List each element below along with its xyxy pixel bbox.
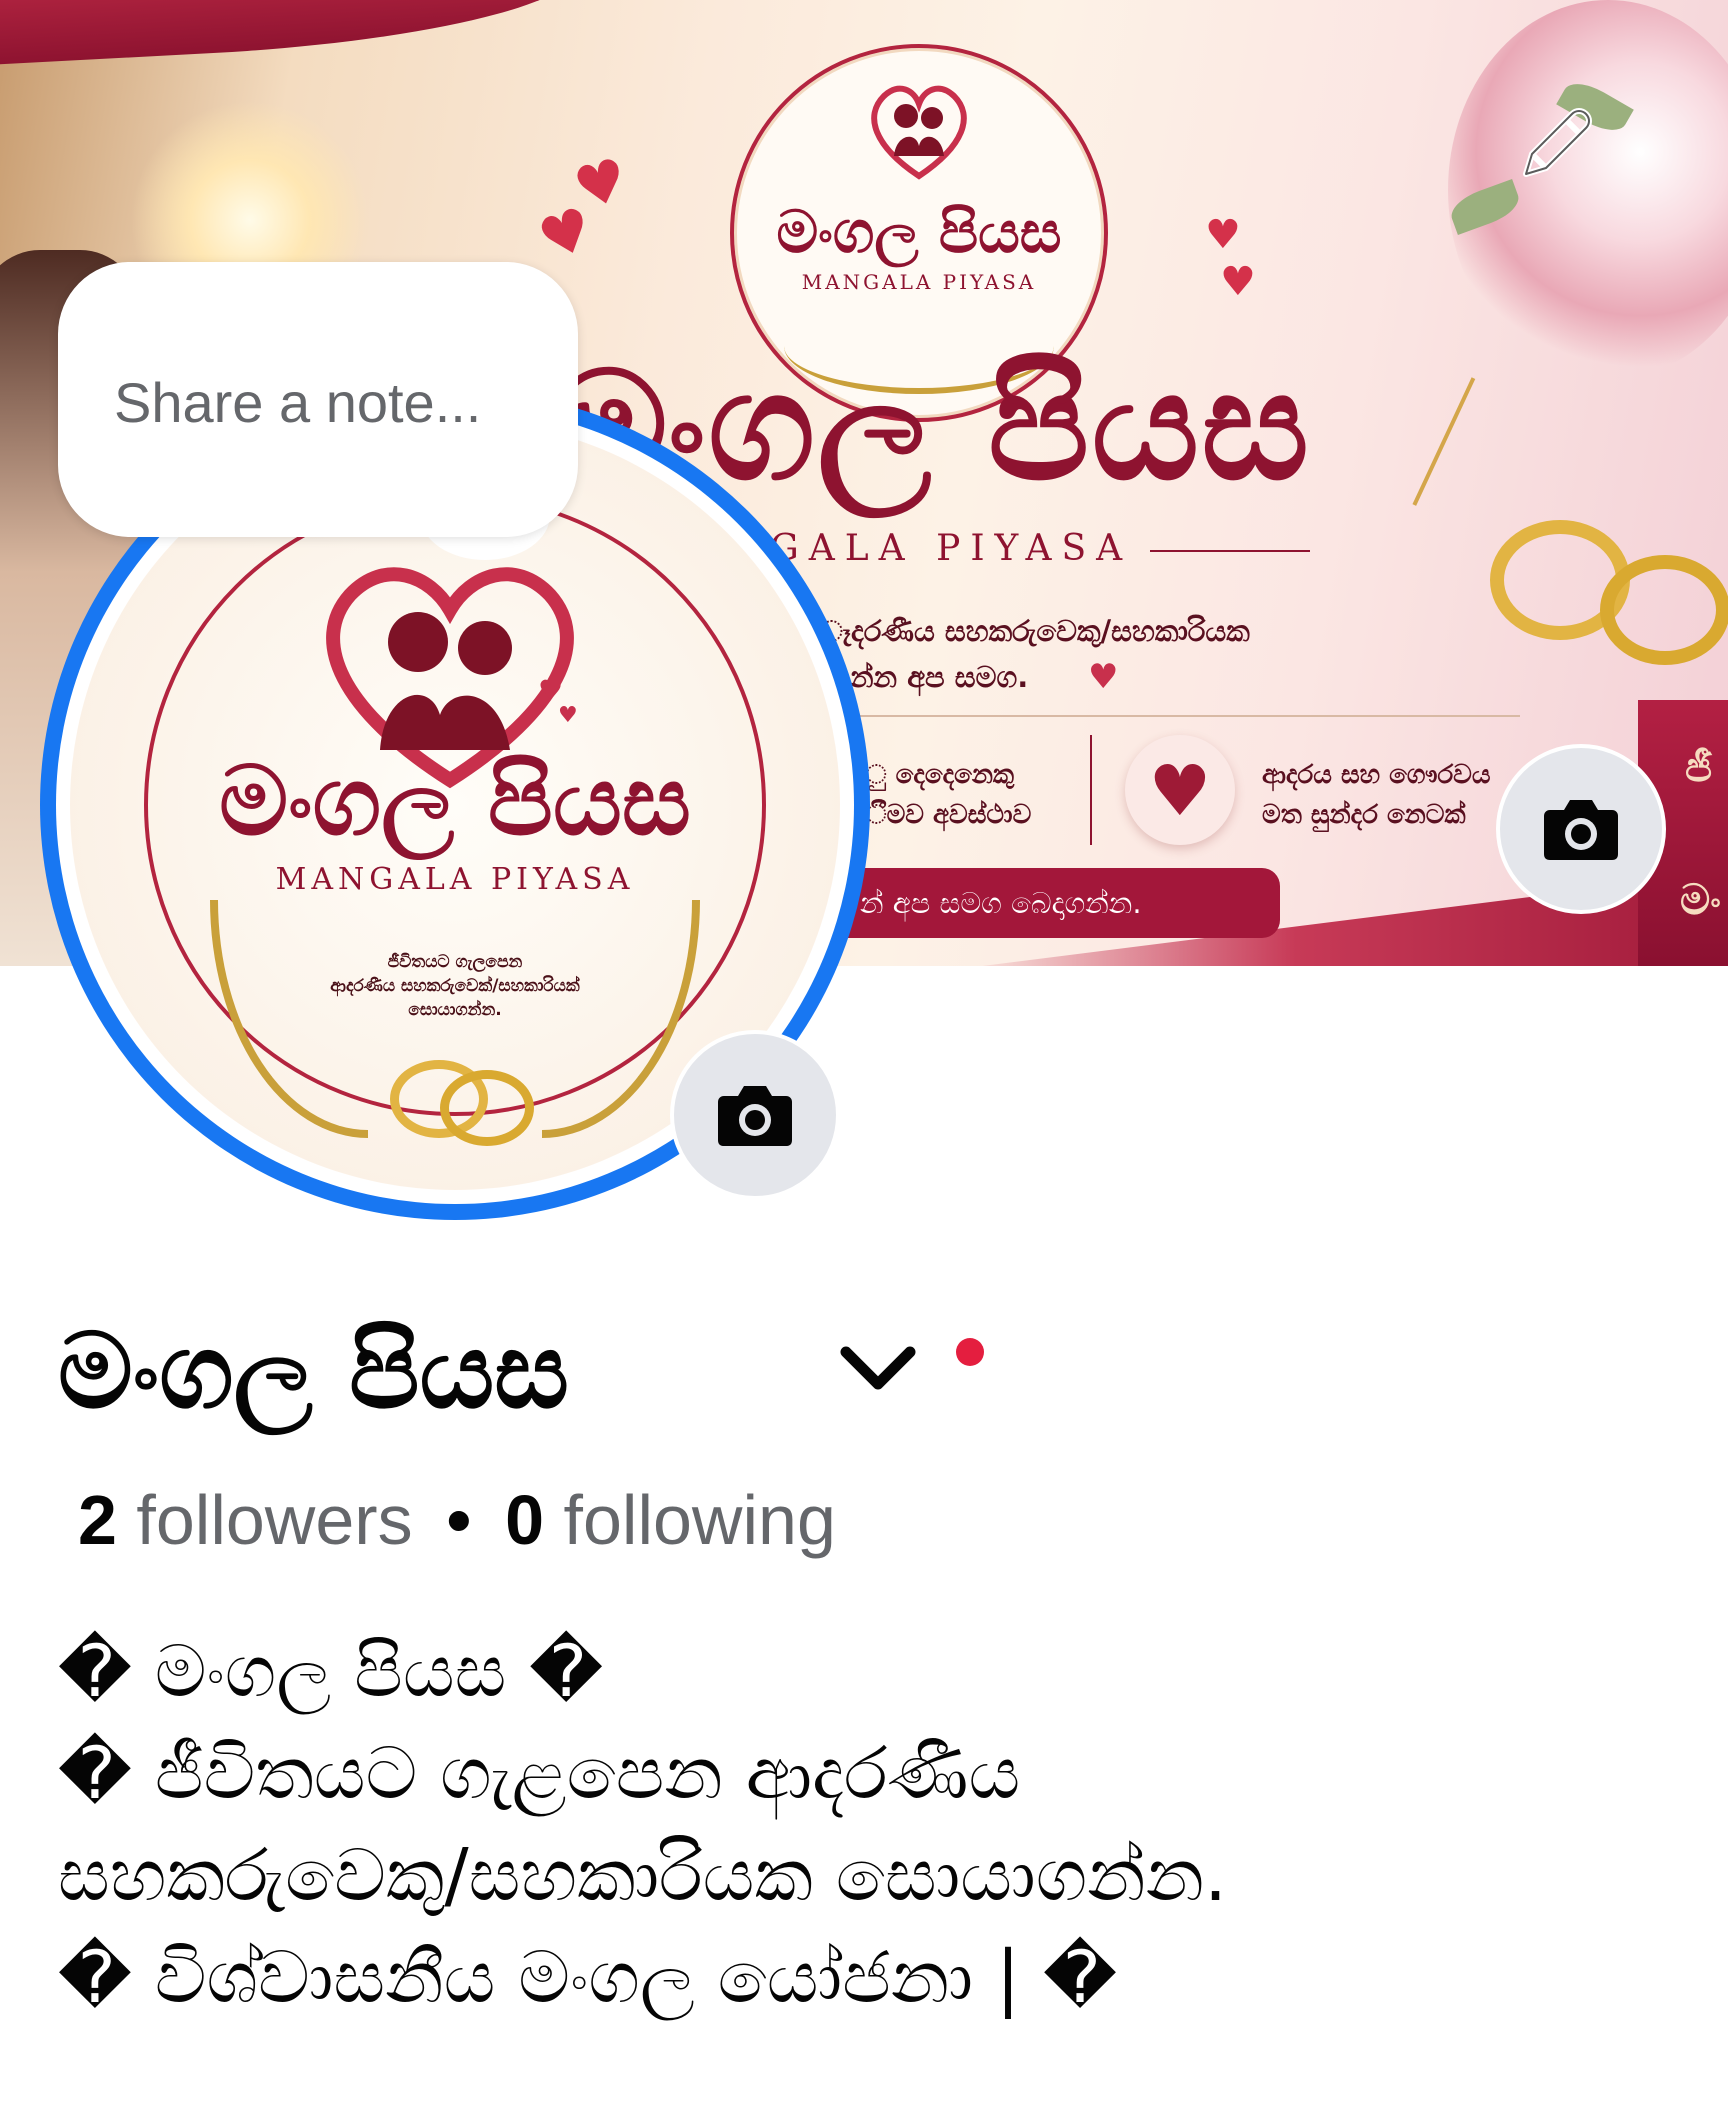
follow-counts: 2 followers • 0 following	[78, 1480, 836, 1560]
avatar-subtitle: MANGALA PIYASA	[275, 862, 635, 897]
cover-text-line-1: ෑදරණීය සහකරුවෙකු/සහකාරියක	[820, 614, 1250, 648]
cover-side-text: ජී	[1685, 745, 1713, 791]
cover-divider	[840, 715, 1520, 717]
separator-dot: •	[446, 1481, 472, 1559]
cover-ribbon	[0, 0, 583, 67]
followers-count: 2	[78, 1481, 117, 1559]
edit-cover-button[interactable]	[1510, 98, 1602, 190]
notification-dot	[956, 1338, 984, 1366]
following-label: following	[563, 1481, 836, 1559]
share-note-bubble[interactable]: Share a note...	[58, 262, 578, 537]
cover-feature-right-1: ආදරය සහ ගෞරවය	[1262, 760, 1491, 790]
cover-text-line-2: න්න අප සමග.	[850, 660, 1029, 694]
heart-decoration: ♥	[1220, 259, 1256, 305]
profile-name: මංගල පියස	[58, 1310, 570, 1432]
followers-link[interactable]: 2 followers	[78, 1481, 413, 1559]
change-profile-picture-button[interactable]	[670, 1030, 840, 1200]
ring-decoration	[1600, 555, 1728, 665]
svg-text:♥: ♥	[558, 703, 578, 728]
following-link[interactable]: 0 following	[505, 1481, 836, 1559]
cover-emblem-title: මංගල පියස	[776, 198, 1062, 266]
gold-leaf-decoration	[1412, 377, 1512, 523]
camera-icon	[718, 1086, 792, 1146]
ring-decoration	[440, 1070, 534, 1146]
cover-divider-vertical	[1090, 735, 1092, 845]
cover-side-text-2: මං	[1680, 875, 1721, 924]
cover-emblem-subtitle: MANGALA PIYASA	[801, 270, 1037, 294]
cover-feature-right-2: මත සුන්දර නෙටක්	[1262, 800, 1466, 830]
camera-icon	[1544, 800, 1618, 860]
following-count: 0	[505, 1481, 545, 1559]
heart-decoration: ♥	[1088, 657, 1119, 697]
pencil-icon	[1523, 108, 1592, 177]
chevron-down-icon	[840, 1346, 916, 1390]
cover-cta-banner: න් අප සමග බෙදාගන්න.	[820, 868, 1280, 938]
cover-feature-left-2: ීමව අවස්ථාව	[866, 800, 1032, 830]
laurel-decoration	[210, 900, 368, 1138]
change-cover-photo-button[interactable]	[1496, 744, 1666, 914]
couple-heart-icon	[871, 85, 967, 180]
cover-subtitle: GALA PIYASA	[770, 528, 1310, 569]
heart-icon: ♥	[1125, 735, 1235, 845]
share-note-placeholder: Share a note...	[114, 371, 482, 434]
profile-bio: � මංගල පියස � � ජීවිතයට ගැළපෙන ආදරණීය සහ…	[58, 1629, 1228, 2019]
profile-switcher-button[interactable]	[828, 1318, 928, 1418]
followers-label: followers	[136, 1481, 413, 1559]
heart-decoration: ♥	[1205, 212, 1241, 258]
avatar-title: මංගල පියස	[219, 745, 691, 857]
cover-feature-left-1: ු දෙදෙනෙකු	[866, 760, 1015, 790]
